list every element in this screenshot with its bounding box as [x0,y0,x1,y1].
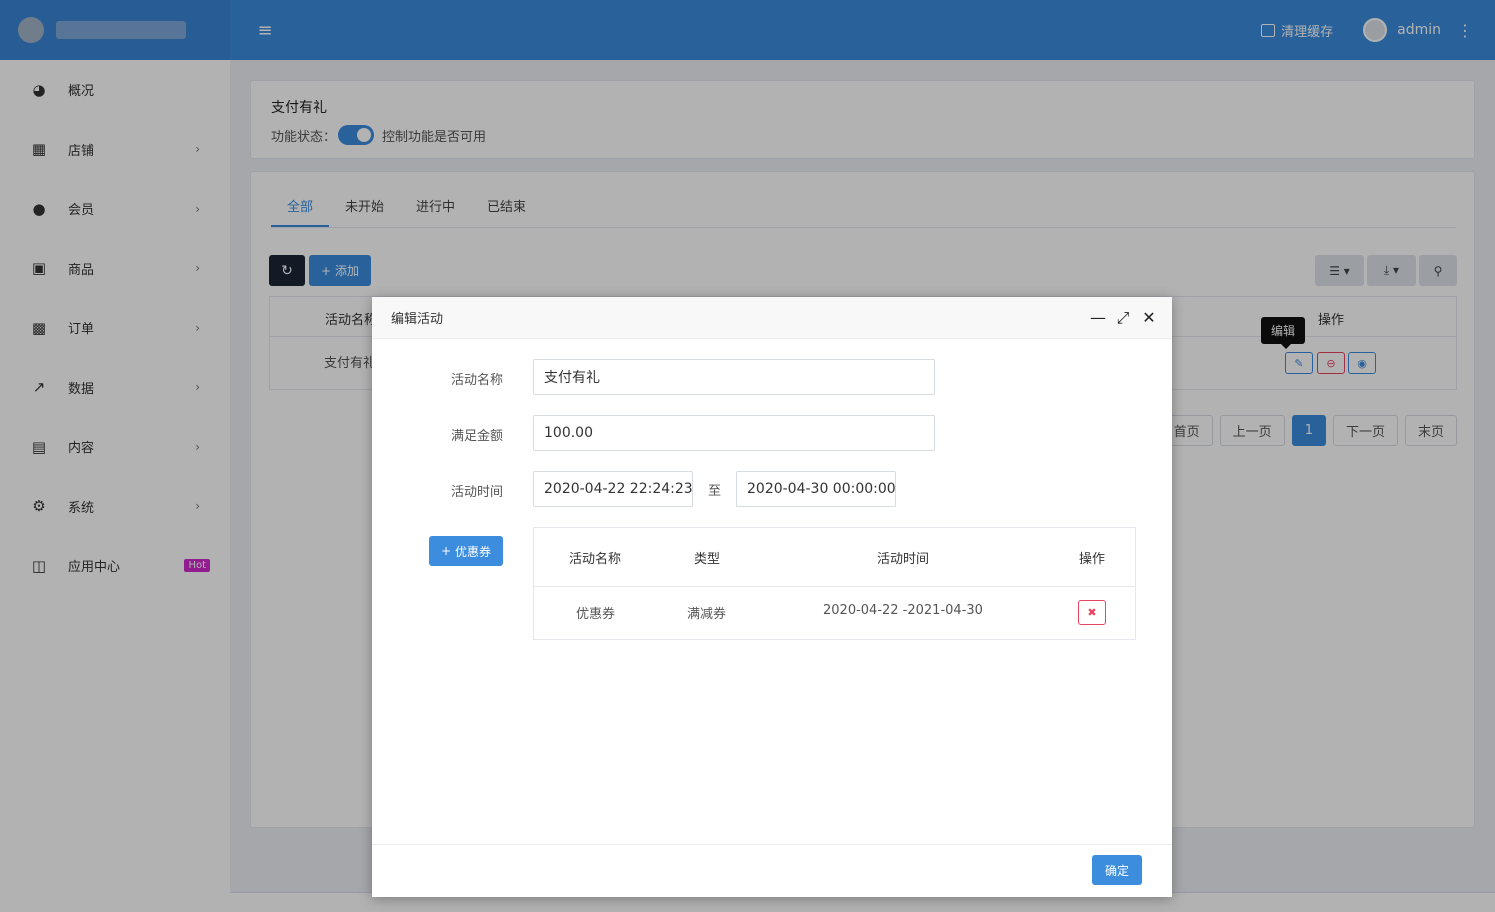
end-time-input[interactable]: 2020-04-30 00:00:00 [736,471,896,507]
minimize-icon[interactable]: — [1090,309,1106,325]
modal-controls: — ⤢ ✕ [1090,309,1172,325]
coupon-table: 活动名称 类型 活动时间 操作 优惠券 满减券 2020-04-22 -2021… [533,527,1136,640]
maximize-icon[interactable]: ⤢ [1116,309,1130,325]
modal-footer: 确定 [372,844,1172,897]
add-coupon-button[interactable]: + 优惠券 [429,536,503,566]
delete-coupon-button[interactable]: ✖ [1078,600,1106,625]
coupon-table-header: 活动名称 类型 活动时间 操作 [534,528,1135,587]
add-coupon-label: 优惠券 [454,544,491,559]
amount-input[interactable]: 100.00 [533,415,935,451]
amount-label: 满足金额 [451,429,504,444]
coupon-col-time: 活动时间 [877,552,930,567]
coupon-col-type: 类型 [694,552,721,567]
coupon-row-time: 2020-04-22 -2021-04-30 [823,603,983,618]
close-icon[interactable]: ✕ [1142,309,1156,325]
coupon-col-actions: 操作 [1079,552,1106,567]
start-time-input[interactable]: 2020-04-22 22:24:23 [533,471,693,507]
name-label: 活动名称 [451,373,504,388]
time-separator: 至 [708,484,722,499]
coupon-row-type: 满减券 [687,607,727,622]
modal-title: 编辑活动 [391,312,444,327]
edit-activity-modal: 编辑活动 — ⤢ ✕ 活动名称 支付有礼 满足金额 100.00 活动时间 20… [372,297,1172,897]
confirm-button[interactable]: 确定 [1092,855,1142,885]
activity-name-input[interactable]: 支付有礼 [533,359,935,395]
trash-icon: ✖ [1087,606,1097,619]
plus-icon: + [441,544,452,558]
time-label: 活动时间 [451,485,504,500]
coupon-row-name: 优惠券 [576,607,616,622]
modal-header: 编辑活动 — ⤢ ✕ [372,297,1172,339]
coupon-col-name: 活动名称 [569,552,622,567]
